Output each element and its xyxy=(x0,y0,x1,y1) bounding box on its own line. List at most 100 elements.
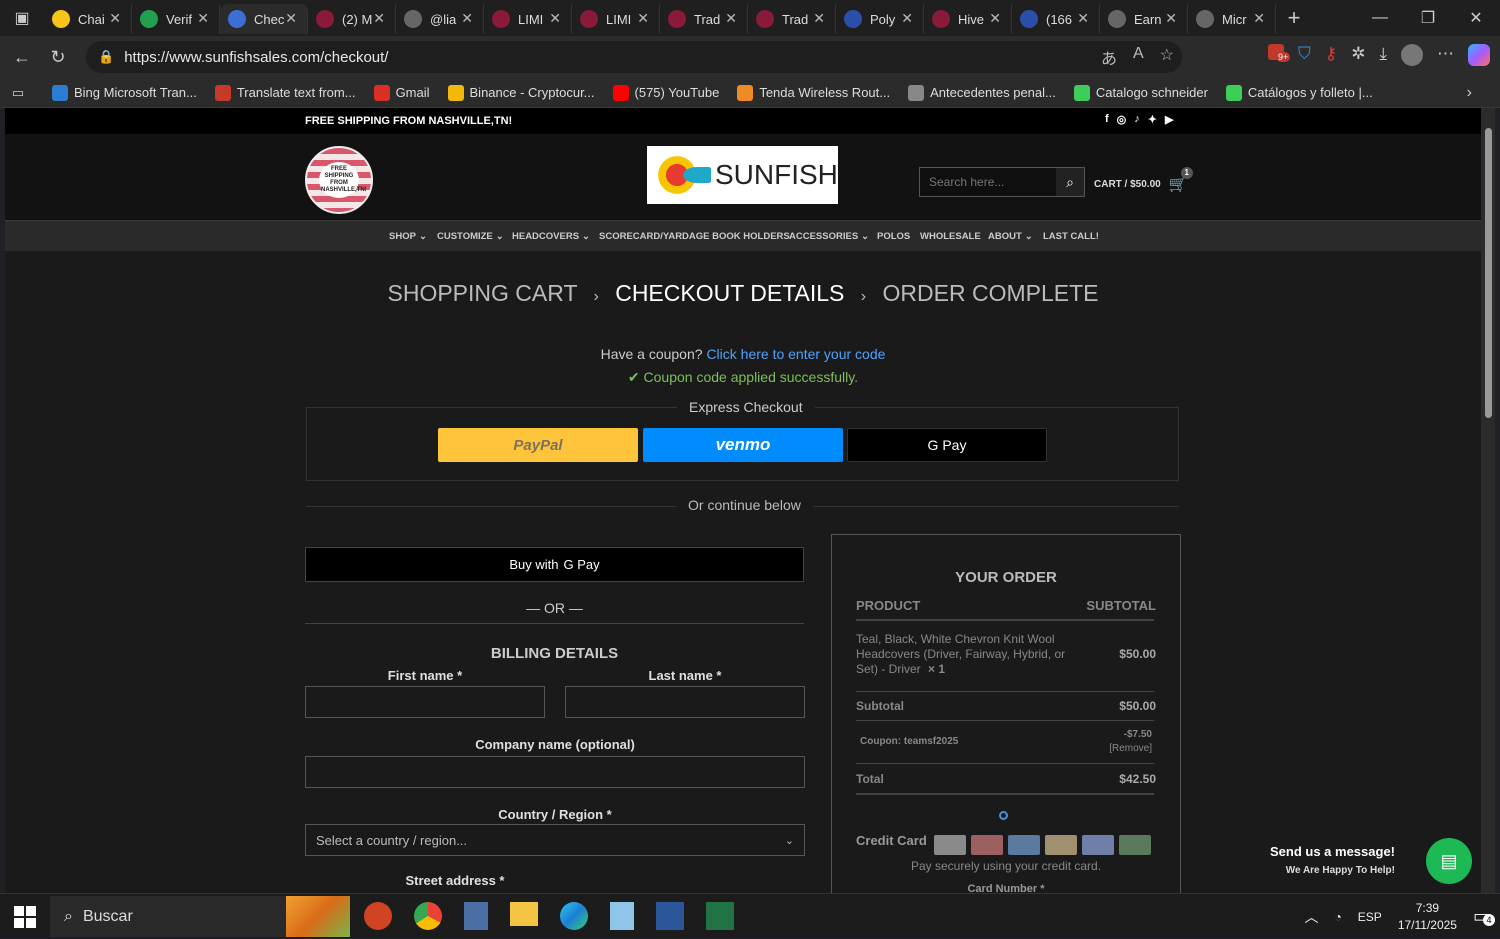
read-aloud-icon[interactable]: A xyxy=(1133,45,1144,69)
browser-tab[interactable]: (166 ✕ xyxy=(1012,4,1100,34)
tab-close-icon[interactable]: ✕ xyxy=(1077,10,1089,27)
browser-tab[interactable]: @lia ✕ xyxy=(396,4,484,34)
credit-card-radio[interactable] xyxy=(999,811,1008,820)
url-field[interactable]: 🔒 https://www.sunfishsales.com/checkout/… xyxy=(86,41,1182,73)
facebook-icon[interactable]: f xyxy=(1105,113,1109,126)
tray-overflow-icon[interactable]: ︿ xyxy=(1305,907,1319,927)
site-search-input[interactable] xyxy=(920,175,1052,189)
instagram-icon[interactable]: ◎ xyxy=(1117,113,1127,126)
gpay-express-button[interactable]: G Pay xyxy=(847,428,1047,462)
close-window-icon[interactable]: ✕ xyxy=(1452,8,1500,28)
browser-tab[interactable]: Poly ✕ xyxy=(836,4,924,34)
browser-tab[interactable]: Verif ✕ xyxy=(132,4,220,34)
tab-close-icon[interactable]: ✕ xyxy=(549,10,561,27)
browser-tab[interactable]: LIMI ✕ xyxy=(484,4,572,34)
wifi-icon[interactable]: ◔ xyxy=(1335,910,1342,924)
bookmark-item[interactable]: Gmail xyxy=(373,84,430,101)
nav-item[interactable]: ABOUT ⌄ xyxy=(988,231,1033,242)
copilot-icon[interactable] xyxy=(1468,44,1490,66)
page-scrollbar[interactable] xyxy=(1481,108,1495,893)
extensions-icon[interactable]: ✲ xyxy=(1351,44,1365,66)
browser-tab[interactable]: Micr ✕ xyxy=(1188,4,1276,34)
bookmark-item[interactable]: Translate text from... xyxy=(214,84,356,101)
step-checkout-details[interactable]: CHECKOUT DETAILS xyxy=(615,280,844,306)
tab-close-icon[interactable]: ✕ xyxy=(901,10,913,27)
step-shopping-cart[interactable]: SHOPPING CART xyxy=(388,280,578,306)
notification-center-icon[interactable]: ▭ 4 xyxy=(1473,906,1495,927)
tab-close-icon[interactable]: ✕ xyxy=(373,10,385,27)
profile-avatar-icon[interactable] xyxy=(1401,44,1423,66)
key-icon[interactable]: ⚷ xyxy=(1325,44,1337,66)
nav-item[interactable]: SHOP ⌄ xyxy=(389,231,427,242)
nav-item[interactable]: SCORECARD/YARDAGE BOOK HOLDERS xyxy=(599,231,790,242)
shield-icon[interactable]: ⛉ xyxy=(1298,44,1311,66)
notepad-icon[interactable] xyxy=(610,902,634,930)
chat-bubble-button[interactable]: ▤ xyxy=(1426,838,1472,884)
tiktok-icon[interactable]: ♪ xyxy=(1134,113,1140,126)
downloads-icon[interactable]: ⤓ xyxy=(1379,44,1387,66)
tab-close-icon[interactable]: ✕ xyxy=(813,10,825,27)
nav-item[interactable]: ACCESSORIES ⌄ xyxy=(789,231,869,242)
bookmark-item[interactable]: Tenda Wireless Rout... xyxy=(737,84,890,101)
company-field[interactable] xyxy=(305,756,805,788)
tab-actions-icon[interactable]: ▣ xyxy=(0,0,44,36)
browser-tab[interactable]: Chai ✕ xyxy=(44,4,132,34)
bookmark-item[interactable]: Antecedentes penal... xyxy=(908,84,1056,101)
nav-item[interactable]: LAST CALL! xyxy=(1043,231,1099,242)
shipping-badge[interactable]: FREE SHIPPING FROM NASHVILLE,TN! xyxy=(305,146,373,214)
youtube-icon[interactable]: ▶ xyxy=(1165,113,1173,126)
tab-close-icon[interactable]: ✕ xyxy=(109,10,121,27)
language-indicator[interactable]: ESP xyxy=(1358,910,1382,924)
nav-item[interactable]: HEADCOVERS ⌄ xyxy=(512,231,590,242)
bookmark-item[interactable]: (575) YouTube xyxy=(612,84,719,101)
first-name-field[interactable] xyxy=(305,686,545,718)
nav-item[interactable]: WHOLESALE xyxy=(920,231,981,242)
bookmark-item[interactable]: Binance - Cryptocur... xyxy=(447,84,595,101)
tab-close-icon[interactable]: ✕ xyxy=(725,10,737,27)
reading-view-icon[interactable]: ▭ xyxy=(0,85,36,101)
windows-start-icon[interactable] xyxy=(14,906,36,928)
browser-tab[interactable]: Earn ✕ xyxy=(1100,4,1188,34)
browser-tab[interactable]: Trad ✕ xyxy=(660,4,748,34)
tab-close-icon[interactable]: ✕ xyxy=(989,10,1001,27)
word-icon[interactable] xyxy=(656,902,684,930)
new-tab-button[interactable]: + xyxy=(1276,5,1312,31)
minimize-icon[interactable]: — xyxy=(1356,9,1404,27)
clock[interactable]: 7:39 17/11/2025 xyxy=(1398,900,1457,934)
tab-close-icon[interactable]: ✕ xyxy=(1253,10,1265,27)
chrome-icon[interactable] xyxy=(414,902,442,930)
powerpoint-icon[interactable] xyxy=(364,902,392,930)
paypal-button[interactable]: PayPal xyxy=(438,428,638,462)
tab-close-icon[interactable]: ✕ xyxy=(637,10,649,27)
tab-close-icon[interactable]: ✕ xyxy=(197,10,209,27)
bookmark-item[interactable]: Catalogo schneider xyxy=(1073,84,1208,101)
file-explorer-icon[interactable] xyxy=(510,902,538,926)
tab-close-icon[interactable]: ✕ xyxy=(1165,10,1177,27)
refresh-icon[interactable]: ↻ xyxy=(44,43,72,71)
excel-icon[interactable] xyxy=(706,902,734,930)
scrollbar-thumb[interactable] xyxy=(1485,128,1492,418)
coupon-link[interactable]: Click here to enter your code xyxy=(706,346,885,362)
favorite-star-icon[interactable]: ☆ xyxy=(1160,45,1174,69)
tab-close-icon[interactable]: ✕ xyxy=(285,10,297,27)
browser-tab[interactable]: Hive ✕ xyxy=(924,4,1012,34)
browser-tab[interactable]: (2) M ✕ xyxy=(308,4,396,34)
back-icon[interactable]: ← xyxy=(8,43,36,71)
edge-icon[interactable] xyxy=(560,902,588,930)
translate-icon[interactable]: あ xyxy=(1101,45,1117,69)
browser-tab[interactable]: Trad ✕ xyxy=(748,4,836,34)
last-name-field[interactable] xyxy=(565,686,805,718)
bookmarks-more-icon[interactable]: › xyxy=(1467,84,1472,102)
bookmark-item[interactable]: Catálogos y folleto |... xyxy=(1225,84,1373,101)
restore-icon[interactable]: ❐ xyxy=(1404,8,1452,28)
site-info-icon[interactable]: 🔒 xyxy=(98,49,114,65)
more-menu-icon[interactable]: ⋯ xyxy=(1437,44,1454,66)
bookmark-item[interactable]: Bing Microsoft Tran... xyxy=(52,84,197,101)
browser-tab[interactable]: Chec ✕ xyxy=(220,4,308,34)
buy-with-gpay-button[interactable]: Buy with G Pay xyxy=(305,547,804,582)
country-select[interactable]: Select a country / region... ⌄ xyxy=(305,824,805,856)
tab-close-icon[interactable]: ✕ xyxy=(461,10,473,27)
coupon-remove-link[interactable]: [Remove] xyxy=(1109,743,1152,754)
browser-tab[interactable]: LIMI ✕ xyxy=(572,4,660,34)
venmo-button[interactable]: venmo xyxy=(643,428,843,462)
